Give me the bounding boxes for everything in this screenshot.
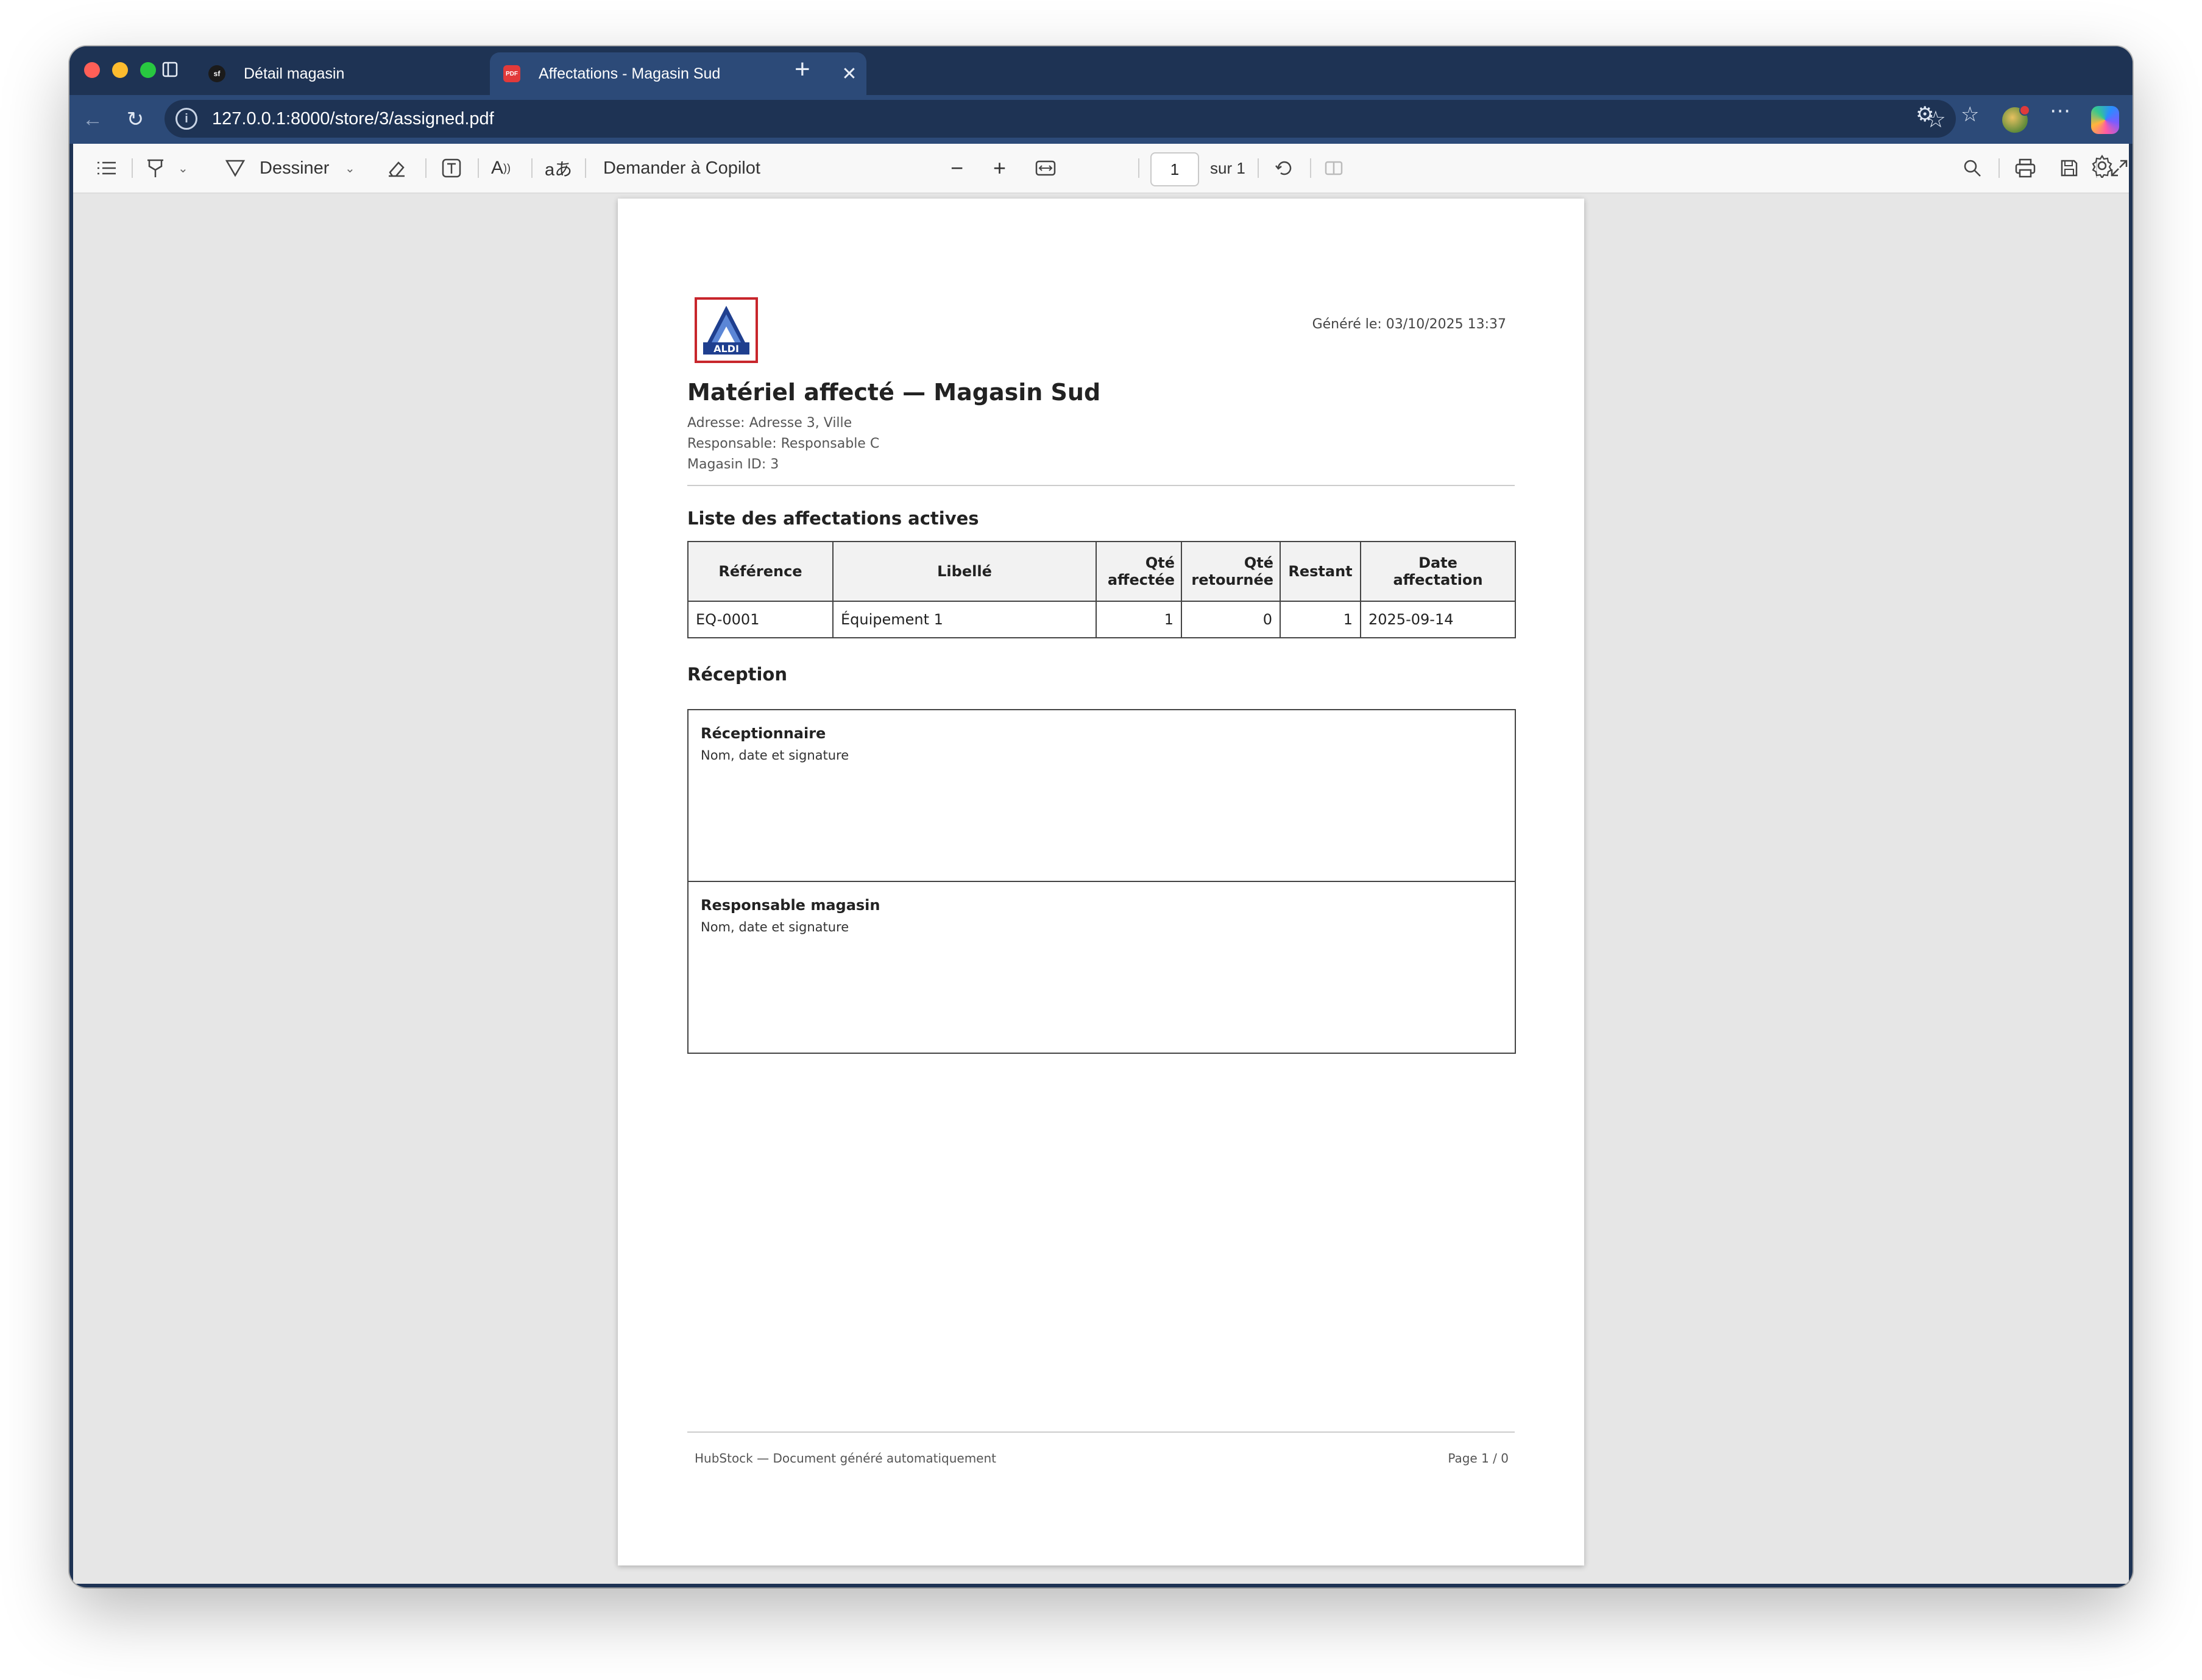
highlight-dropdown-icon[interactable]: ⌄ — [178, 144, 188, 192]
read-aloud-icon[interactable]: A)) — [491, 144, 511, 192]
signature-label: Responsable magasin — [701, 897, 880, 914]
tab-close-icon[interactable]: ✕ — [837, 63, 862, 85]
tab-title: Détail magasin — [244, 65, 345, 82]
aldi-logo: ALDI — [695, 297, 758, 363]
generated-date: Généré le: 03/10/2025 13:37 — [1312, 317, 1506, 332]
store-address: Adresse: Adresse 3, Ville — [687, 415, 852, 431]
assignments-table: Référence Libellé Qté affectée Qté retourn… — [687, 541, 1516, 638]
page-title: Matériel affecté — Magasin Sud — [687, 379, 1101, 406]
print-icon[interactable] — [2014, 144, 2036, 192]
divider — [687, 485, 1515, 486]
logo-text: ALDI — [713, 343, 739, 355]
url-text: 127.0.0.1:8000/store/3/assigned.pdf — [212, 108, 494, 129]
draw-label: Dessiner — [260, 158, 330, 178]
new-tab-icon[interactable]: + — [795, 56, 810, 83]
navigation-bar: ← ↻ i 127.0.0.1:8000/store/3/assigned.pd… — [69, 95, 2133, 144]
header-label: Libellé — [832, 541, 1097, 602]
store-manager: Responsable: Responsable C — [687, 436, 880, 451]
fit-width-icon[interactable] — [1035, 144, 1057, 192]
page-number-input[interactable]: 1 — [1150, 152, 1199, 186]
window-minimize-button[interactable] — [112, 62, 128, 78]
reception-heading: Réception — [687, 664, 787, 685]
reload-icon[interactable]: ↻ — [121, 105, 150, 134]
rotate-icon[interactable] — [1273, 144, 1295, 192]
header-qty-returned: Qté retournée — [1181, 541, 1281, 602]
cell-qty-returned: 0 — [1181, 601, 1281, 638]
draw-dropdown-icon[interactable]: ⌄ — [345, 144, 355, 192]
eraser-icon[interactable] — [386, 144, 407, 192]
browser-window: sf Détail magasin ✕ PDF Affectations - M… — [69, 46, 2133, 1587]
contents-list-icon[interactable] — [96, 144, 117, 192]
extensions-icon[interactable]: ⚙ — [1916, 102, 1934, 127]
tab-strip: sf Détail magasin ✕ PDF Affectations - M… — [69, 46, 2133, 95]
search-icon[interactable] — [1962, 144, 1983, 192]
signature-label: Réceptionnaire — [701, 725, 826, 742]
draw-icon — [225, 160, 246, 177]
header-remaining: Restant — [1280, 541, 1361, 602]
header-reference: Référence — [687, 541, 834, 602]
pdf-favicon-icon: PDF — [503, 65, 520, 82]
more-menu-icon[interactable]: ⋯ — [2050, 99, 2070, 123]
page-view-icon[interactable] — [1323, 144, 1344, 192]
signature-hint: Nom, date et signature — [701, 920, 849, 934]
list-heading: Liste des affectations actives — [687, 508, 979, 529]
back-icon[interactable]: ← — [78, 105, 107, 134]
cell-label: Équipement 1 — [832, 601, 1097, 638]
symfony-favicon-icon: sf — [208, 65, 225, 82]
window-close-button[interactable] — [84, 62, 100, 78]
cell-date: 2025-09-14 — [1360, 601, 1516, 638]
window-maximize-button[interactable] — [140, 62, 156, 78]
signature-box-manager: Responsable magasin Nom, date et signatu… — [687, 881, 1516, 1054]
table-row: EQ-0001 Équipement 1 1 0 1 2025-09-14 — [687, 601, 1516, 638]
settings-gear-icon[interactable] — [2090, 154, 2114, 180]
signature-box-receiver: Réceptionnaire Nom, date et signature — [687, 709, 1516, 882]
cell-qty-assigned: 1 — [1096, 601, 1182, 638]
add-text-icon[interactable] — [441, 144, 462, 192]
pdf-toolbar: ⌄ Dessiner ⌄ A)) aあ Demander à Copilot −… — [73, 144, 2129, 194]
pdf-page: ALDI Généré le: 03/10/2025 13:37 Matérie… — [618, 199, 1584, 1565]
page-counter: Page 1 / 0 — [1448, 1451, 1509, 1466]
footer-text: HubStock — Document généré automatiqueme… — [695, 1451, 996, 1466]
header-date: Date affectation — [1360, 541, 1516, 602]
cell-reference: EQ-0001 — [687, 601, 834, 638]
tab-actions-icon[interactable] — [162, 61, 178, 78]
address-bar[interactable]: i 127.0.0.1:8000/store/3/assigned.pdf ☆ — [165, 100, 1956, 138]
table-header-row: Référence Libellé Qté affectée Qté retourn… — [687, 541, 1516, 602]
highlight-icon[interactable] — [145, 144, 166, 192]
save-icon[interactable] — [2059, 144, 2079, 192]
zoom-in-icon[interactable]: + — [993, 144, 1006, 192]
tab-title: Affectations - Magasin Sud — [539, 65, 721, 82]
zoom-out-icon[interactable]: − — [951, 144, 963, 192]
header-qty-assigned: Qté affectée — [1096, 541, 1182, 602]
notification-dot — [2019, 105, 2030, 116]
copilot-icon[interactable] — [2091, 106, 2119, 134]
pdf-viewer: ALDI Généré le: 03/10/2025 13:37 Matérie… — [73, 194, 2129, 1584]
favorites-icon[interactable]: ☆ — [1961, 102, 1979, 127]
translate-icon[interactable]: aあ — [545, 144, 572, 192]
page-total: sur 1 — [1210, 158, 1245, 177]
store-id: Magasin ID: 3 — [687, 457, 779, 472]
footer-divider — [687, 1431, 1515, 1433]
ask-copilot-button[interactable]: Demander à Copilot — [603, 144, 760, 192]
signature-hint: Nom, date et signature — [701, 748, 849, 763]
draw-button[interactable]: Dessiner — [224, 144, 329, 192]
site-info-icon[interactable]: i — [175, 108, 197, 130]
cell-remaining: 1 — [1280, 601, 1361, 638]
